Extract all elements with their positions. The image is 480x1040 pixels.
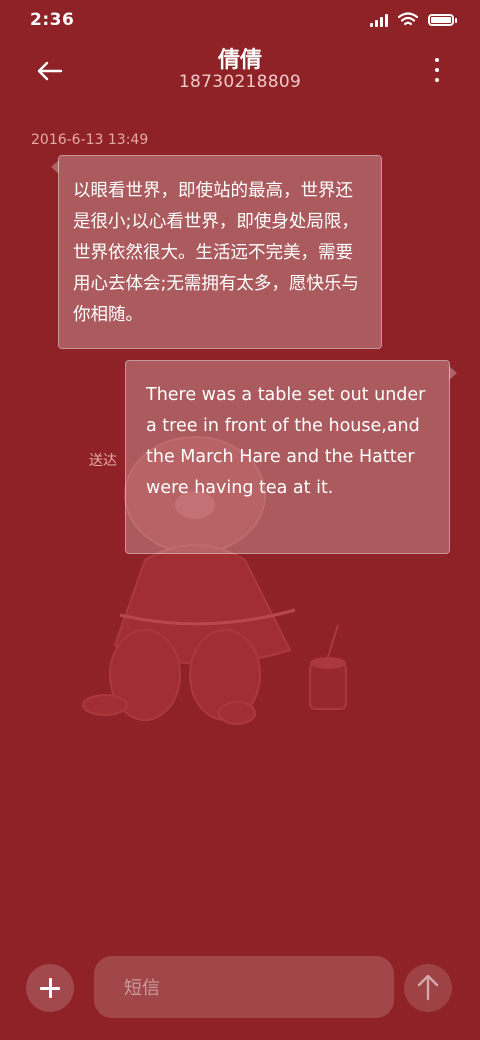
wifi-icon [398,12,418,26]
send-button[interactable] [404,964,452,1012]
incoming-message-bubble[interactable]: 以眼看世界，即使站的最高，世界还是很小;以心看世界，即使身处局限，世界依然很大。… [58,155,382,349]
message-input-box[interactable] [94,956,394,1020]
signal-icon [370,13,388,27]
plus-icon[interactable] [26,964,74,1012]
contact-name: 倩倩 [217,48,262,73]
conversation-header: 倩倩 18730218809 [0,40,480,110]
message-input[interactable] [122,956,376,1020]
status-icons [370,12,457,27]
contact-phone-number: 18730218809 [178,72,302,92]
message-timestamp: 2016-6-13 13:49 [31,132,149,148]
outgoing-message-bubble[interactable]: There was a table set out under a tree i… [125,360,450,554]
status-bar: 2:36 [0,0,480,40]
status-time: 2:36 [30,10,75,30]
outgoing-bubble-tail [449,366,457,380]
delivery-status: 送达 [89,453,117,469]
battery-icon [428,13,457,26]
more-vert-icon[interactable] [432,58,442,82]
send-arrow-icon [417,974,439,1001]
